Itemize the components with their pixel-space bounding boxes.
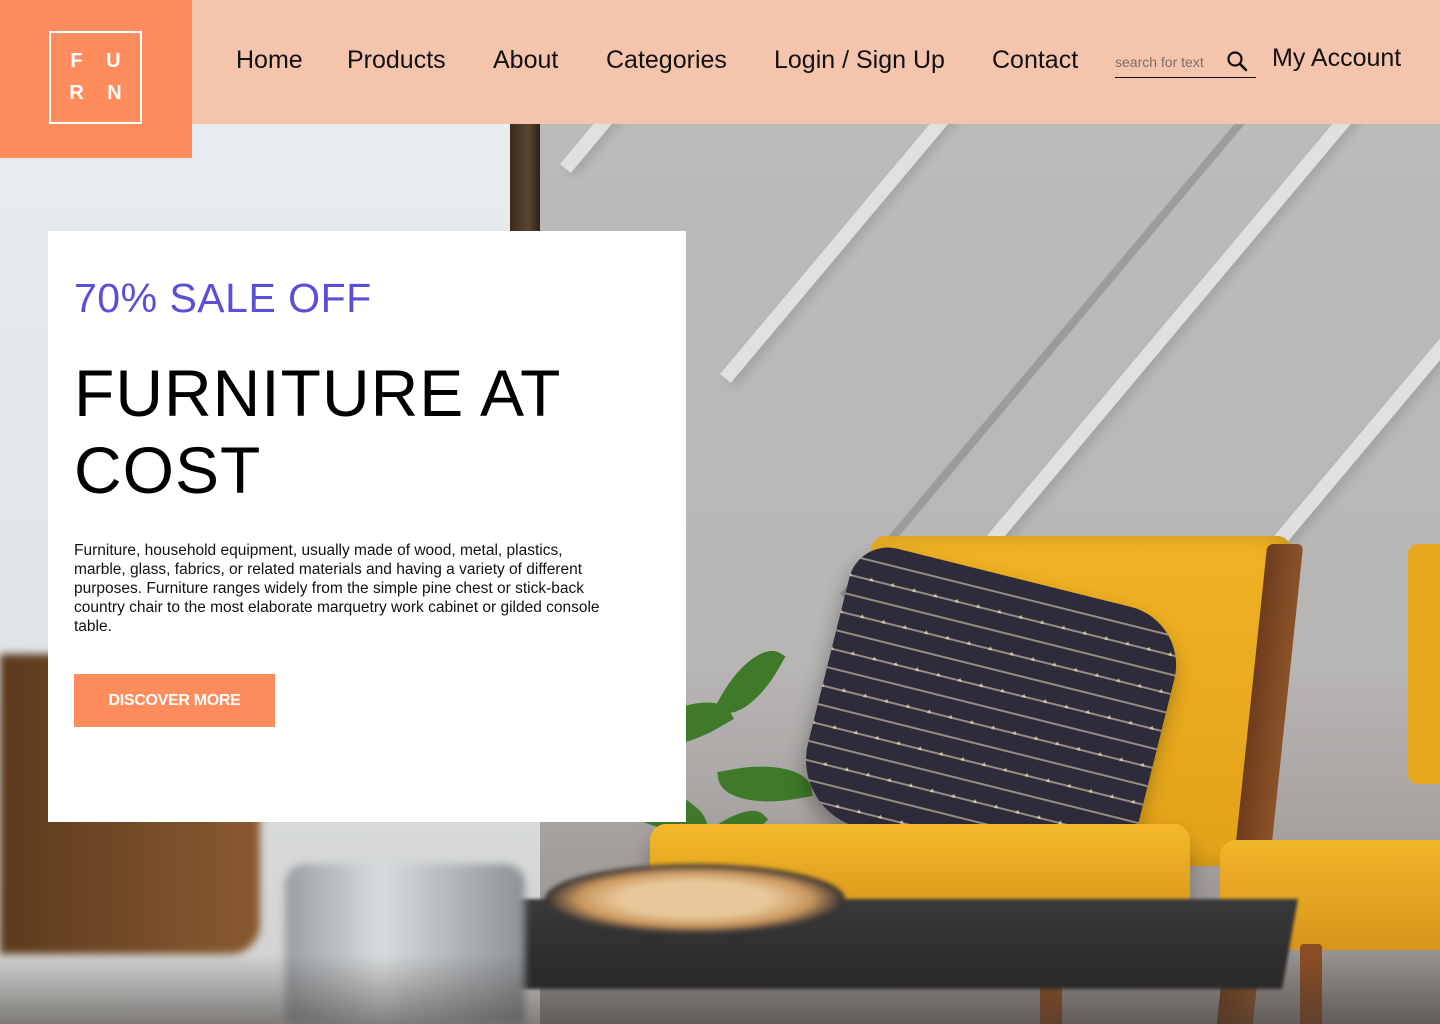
nav-about[interactable]: About (493, 46, 558, 75)
sale-label: 70% SALE OFF (74, 275, 372, 321)
logo-text-line1: F U (70, 50, 130, 72)
hero-headline: FURNITURE AT COST (74, 356, 561, 507)
search-box (1115, 47, 1256, 78)
nav-login-signup[interactable]: Login / Sign Up (774, 46, 945, 75)
bowl (545, 864, 845, 934)
discover-more-button[interactable]: DISCOVER MORE (74, 674, 275, 727)
search-input[interactable] (1115, 51, 1219, 73)
nav-contact[interactable]: Contact (992, 46, 1078, 75)
my-account-link[interactable]: My Account (1272, 44, 1401, 73)
logo-text-line2: R N (69, 82, 131, 104)
chair (1408, 544, 1440, 784)
logo-frame: F U R N (49, 31, 142, 124)
search-icon[interactable] (1226, 50, 1248, 72)
logo[interactable]: F U R N (0, 0, 192, 158)
wall-stripe (980, 124, 1403, 553)
top-nav-bar: Home Products About Categories Login / S… (0, 0, 1440, 124)
floor-shadow (0, 954, 1440, 1024)
wall-stripe (720, 124, 1194, 383)
hero-description: Furniture, household equipment, usually … (74, 542, 600, 635)
nav-categories[interactable]: Categories (606, 46, 727, 75)
nav-products[interactable]: Products (347, 46, 446, 75)
wall-stripe (840, 124, 1297, 600)
promo-card: 70% SALE OFF FURNITURE AT COST Furniture… (48, 231, 686, 822)
nav-home[interactable]: Home (236, 46, 303, 75)
